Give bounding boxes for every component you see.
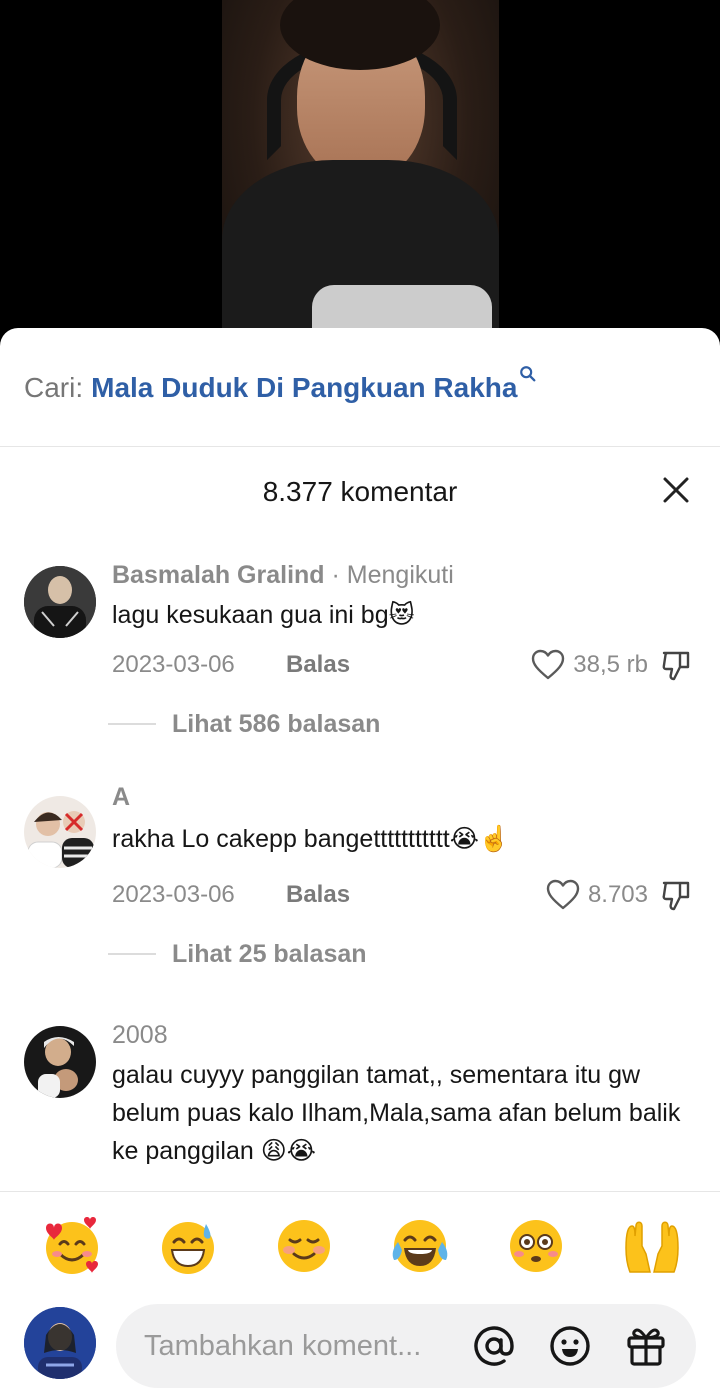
author-line: 2008 — [112, 1018, 168, 1052]
heart-icon[interactable] — [531, 649, 565, 681]
like-button[interactable]: 38,5 rb — [531, 645, 648, 685]
comments-sheet: Cari: Mala Duduk Di Pangkuan Rakha 8.377… — [0, 328, 720, 1388]
author-name[interactable]: 2008 — [112, 1021, 168, 1049]
comment-count-title: 8.377 komentar — [262, 476, 458, 507]
search-suggestion[interactable]: Cari: Mala Duduk Di Pangkuan Rakha — [24, 365, 537, 408]
comment-text: lagu kesukaan gua ini bg😻 — [112, 601, 415, 629]
comment-date: 2023-03-06 — [112, 651, 235, 678]
follow-status: · Mengikuti — [331, 561, 454, 589]
view-replies-button[interactable]: Lihat 586 balasan — [108, 706, 380, 742]
comment-text: galau cuyyy panggilan tamat,, sementara … — [112, 1061, 681, 1165]
heart-icon[interactable] — [546, 879, 580, 911]
avatar[interactable] — [24, 566, 96, 638]
search-term-link[interactable]: Mala Duduk Di Pangkuan Rakha — [91, 372, 517, 404]
comment-date: 2023-03-06 — [112, 881, 235, 908]
divider — [0, 446, 720, 447]
replies-divider — [108, 723, 156, 725]
avatar[interactable] — [24, 796, 96, 868]
close-icon[interactable] — [662, 476, 690, 504]
dislike-icon[interactable] — [660, 649, 694, 683]
search-prefix: Cari: — [24, 372, 84, 403]
view-replies-label: Lihat 25 balasan — [172, 939, 367, 968]
author-line: Basmalah Gralind · Mengikuti — [112, 558, 454, 592]
palms-up-together-icon[interactable] — [620, 1214, 684, 1278]
at-icon[interactable] — [472, 1324, 516, 1368]
comment-composer[interactable] — [116, 1304, 696, 1388]
video-frame — [222, 0, 499, 340]
avatar-image — [24, 566, 96, 638]
user-avatar-image — [24, 1307, 96, 1379]
face-with-tears-of-joy-icon[interactable] — [388, 1214, 452, 1278]
comment-meta: 2023-03-06 Balas 8.703 — [112, 875, 702, 915]
user-avatar[interactable] — [24, 1307, 96, 1379]
close-button[interactable] — [656, 470, 696, 510]
emoji-icon[interactable] — [548, 1324, 592, 1368]
flushed-face-icon[interactable] — [504, 1214, 568, 1278]
replies-divider — [108, 953, 156, 955]
comment-list[interactable]: Basmalah Gralind · Mengikuti lagu kesuka… — [0, 528, 720, 1191]
author-name[interactable]: A — [112, 783, 130, 811]
smiling-face-with-hearts-icon[interactable] — [40, 1214, 104, 1278]
view-replies-label: Lihat 586 balasan — [172, 709, 381, 738]
comment-item: A rakha Lo cakepp bangettttttttttt😭☝️ 20… — [0, 783, 720, 1003]
like-count: 8.703 — [587, 881, 648, 908]
smiling-face-blushing-icon[interactable] — [272, 1214, 336, 1278]
search-icon[interactable] — [519, 365, 537, 383]
reply-button[interactable]: Balas — [286, 645, 350, 685]
bottom-bar — [0, 1191, 720, 1388]
like-count: 38,5 rb — [573, 651, 648, 678]
comment-meta: 2023-03-06 Balas 38,5 rb — [112, 645, 702, 685]
dislike-icon[interactable] — [660, 879, 694, 913]
comment-item: 2008 galau cuyyy panggilan tamat,, semen… — [0, 1018, 720, 1191]
comment-text: rakha Lo cakepp bangettttttttttt😭☝️ — [112, 825, 511, 853]
author-line: A — [112, 780, 130, 814]
avatar[interactable] — [24, 1026, 96, 1098]
gift-icon[interactable] — [624, 1324, 668, 1368]
grinning-face-with-sweat-icon[interactable] — [156, 1214, 220, 1278]
view-replies-button[interactable]: Lihat 25 balasan — [108, 936, 367, 972]
comment-item: Basmalah Gralind · Mengikuti lagu kesuka… — [0, 558, 720, 773]
author-name[interactable]: Basmalah Gralind — [112, 561, 325, 589]
avatar-image — [24, 1026, 96, 1098]
comment-input[interactable] — [144, 1304, 444, 1388]
video-player[interactable] — [0, 0, 720, 340]
quick-emoji-bar — [0, 1214, 720, 1284]
reply-button[interactable]: Balas — [286, 875, 350, 915]
like-button[interactable]: 8.703 — [546, 875, 648, 915]
avatar-image — [24, 796, 96, 868]
